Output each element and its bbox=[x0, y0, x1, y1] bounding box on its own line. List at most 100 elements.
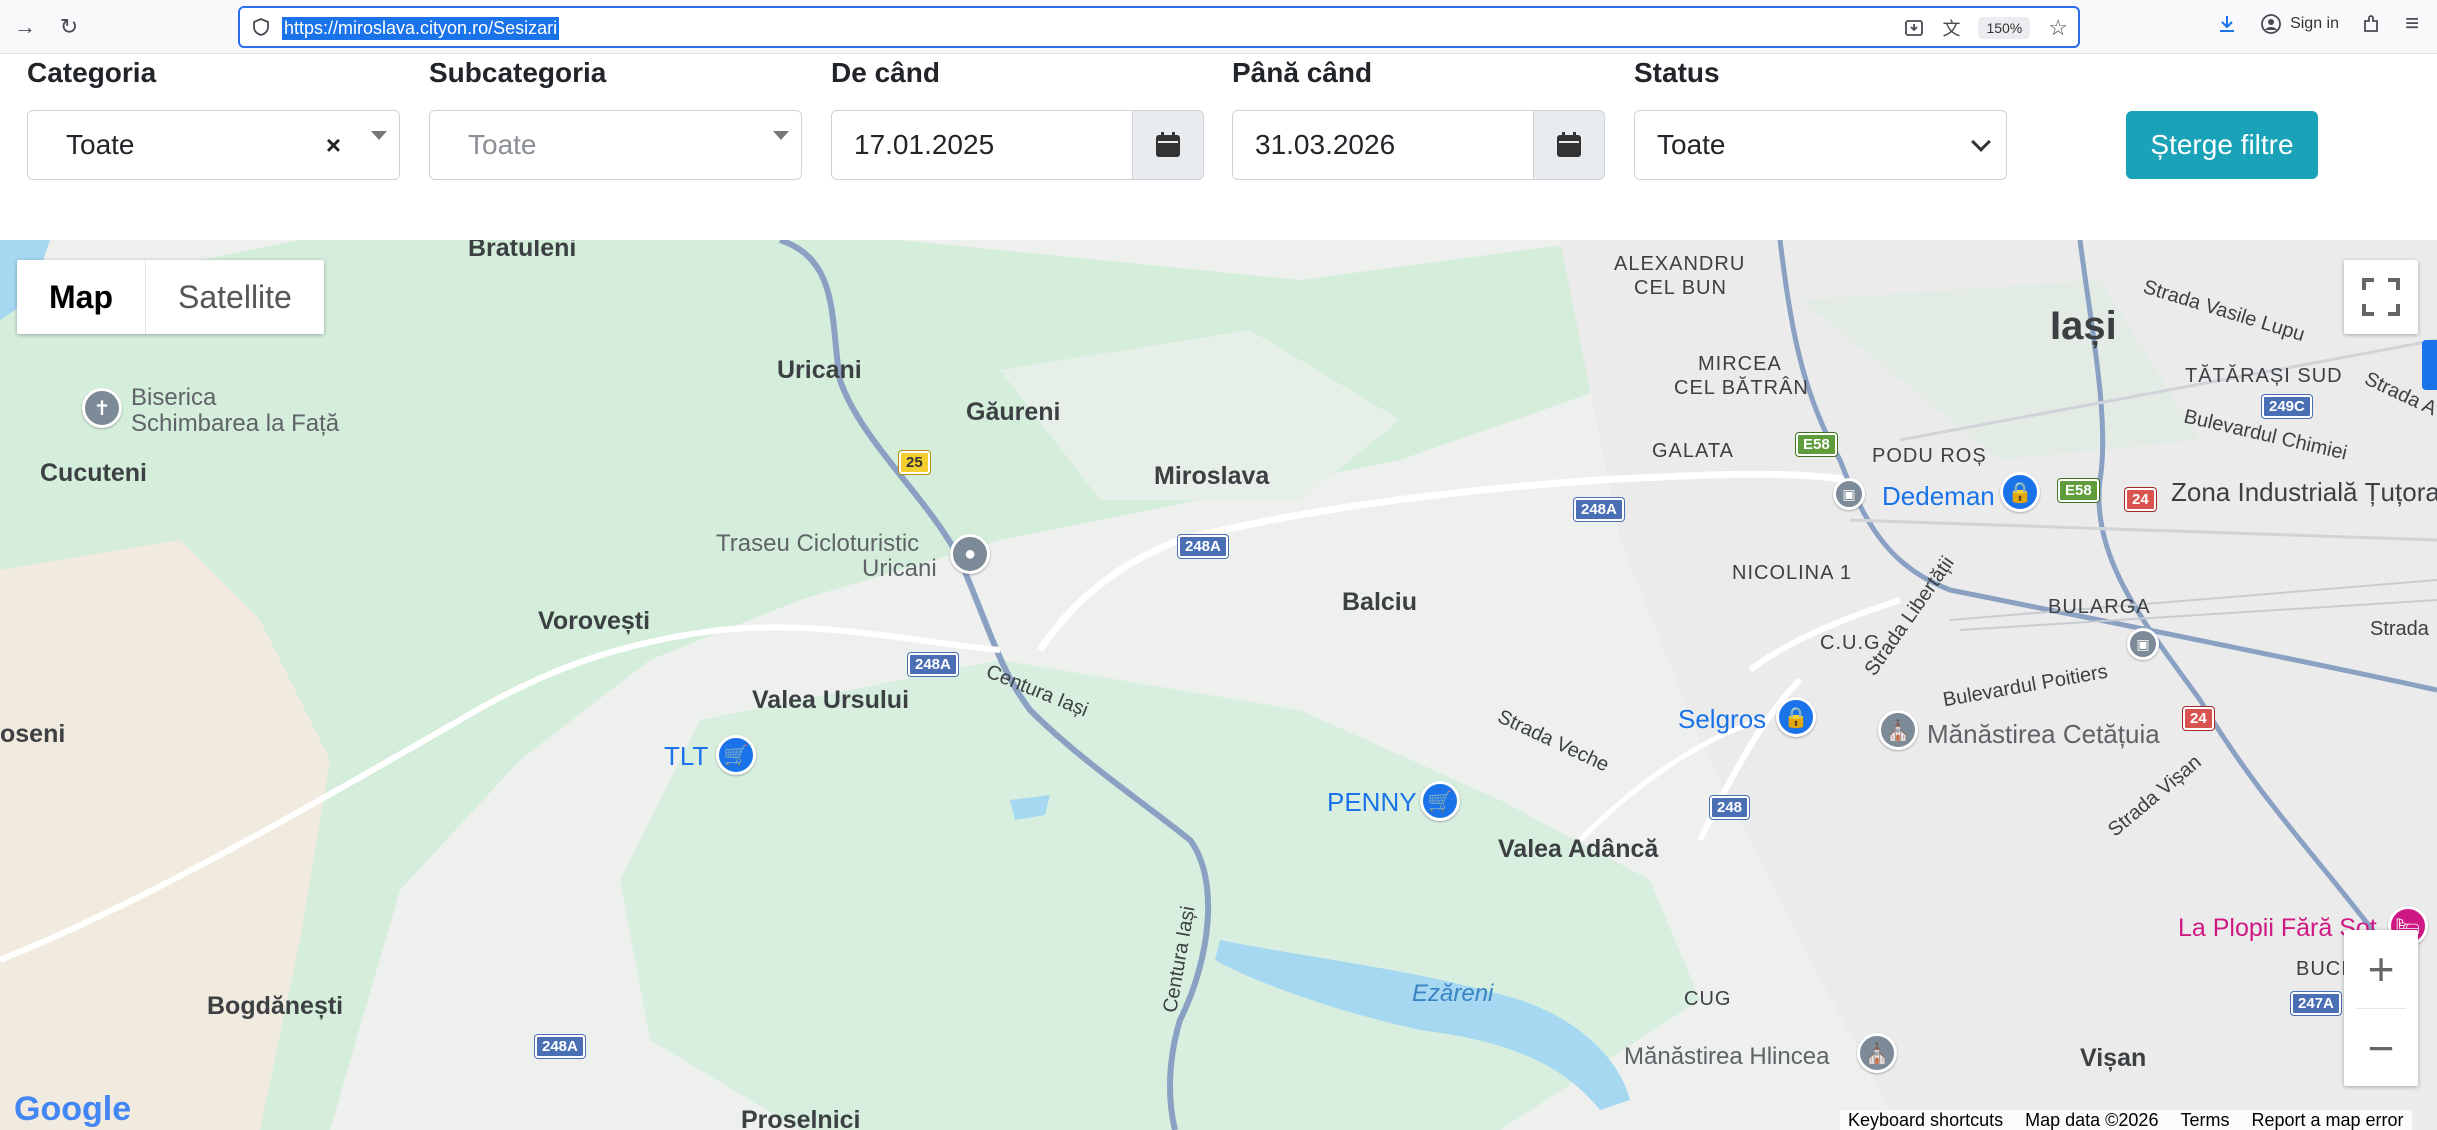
shopping-bag-icon[interactable]: 🔒 bbox=[1776, 697, 1816, 737]
reload-icon[interactable]: ↻ bbox=[54, 12, 84, 42]
place-label: Cucuteni bbox=[40, 459, 147, 487]
place-label: NICOLINA 1 bbox=[1732, 562, 1853, 584]
fullscreen-icon bbox=[2362, 278, 2400, 316]
clear-filters-button[interactable]: Șterge filtre bbox=[2126, 111, 2318, 179]
fullscreen-button[interactable] bbox=[2344, 260, 2418, 334]
de-cand-input[interactable]: 17.01.2025 bbox=[831, 110, 1136, 180]
shopping-cart-icon[interactable]: 🛒 bbox=[716, 735, 756, 775]
map-type-satellite-button[interactable]: Satellite bbox=[145, 260, 324, 334]
map-data-text: Map data ©2026 bbox=[2025, 1110, 2159, 1130]
side-panel-tab[interactable] bbox=[2422, 340, 2437, 390]
place-label: BUCI bbox=[2296, 958, 2348, 980]
place-label: PODU ROȘ bbox=[1872, 445, 1987, 467]
extensions-icon[interactable] bbox=[2361, 13, 2383, 35]
menu-icon[interactable]: ≡ bbox=[2405, 10, 2419, 38]
chevron-down-icon bbox=[773, 131, 789, 140]
place-label: CEL BĂTRÂN bbox=[1674, 377, 1809, 399]
place-label: Bogdănești bbox=[207, 992, 344, 1020]
google-logo: Google bbox=[14, 1090, 132, 1128]
route-shield: 24 bbox=[2125, 488, 2156, 511]
route-shield: 248A bbox=[908, 653, 958, 676]
place-label: Mănăstirea Hlincea bbox=[1624, 1043, 1830, 1070]
terms-link[interactable]: Terms bbox=[2180, 1110, 2229, 1130]
bookmark-star-icon[interactable]: ☆ bbox=[2048, 15, 2068, 41]
place-label: Balciu bbox=[1342, 588, 1418, 616]
clear-categoria-icon[interactable]: × bbox=[326, 130, 341, 161]
categoria-value: Toate bbox=[66, 129, 135, 160]
translate-icon[interactable]: 文 bbox=[1942, 15, 1960, 41]
route-shield: E58 bbox=[1796, 433, 1837, 456]
categoria-label: Categoria bbox=[27, 57, 157, 88]
downloads-icon[interactable] bbox=[2216, 13, 2238, 35]
route-shield: 248 bbox=[1710, 796, 1750, 819]
subcategoria-select[interactable]: Toate bbox=[429, 110, 802, 180]
categoria-select[interactable]: Toate × bbox=[27, 110, 400, 180]
place-label: Uricani bbox=[777, 356, 862, 384]
route-shield: 24 bbox=[2183, 707, 2214, 730]
calendar-icon bbox=[1156, 132, 1180, 157]
place-label: Biserica bbox=[131, 384, 217, 411]
street-label: Strada bbox=[2370, 618, 2429, 640]
calendar-icon bbox=[1557, 132, 1581, 157]
route-shield: 249C bbox=[2262, 395, 2312, 418]
place-label: Mănăstirea Cetățuia bbox=[1927, 719, 2160, 749]
place-label: Găureni bbox=[966, 398, 1061, 426]
place-label: TĂTĂRAȘI SUD bbox=[2185, 365, 2343, 387]
zoom-level[interactable]: 150% bbox=[1978, 17, 2031, 39]
sign-in-button[interactable]: Sign in bbox=[2260, 13, 2339, 35]
place-label: TLT bbox=[664, 741, 709, 771]
keyboard-shortcuts-link[interactable]: Keyboard shortcuts bbox=[1848, 1110, 2003, 1130]
place-label: MIRCEA bbox=[1698, 353, 1782, 375]
url-bar[interactable]: https://miroslava.cityon.ro/Sesizari 文 1… bbox=[238, 6, 2080, 48]
place-label: Zona Industrială Țuțora bbox=[2171, 477, 2437, 507]
monastery-icon[interactable]: ⛪ bbox=[1857, 1033, 1897, 1073]
map-attribution: Keyboard shortcuts Map data ©2026 Terms … bbox=[1840, 1110, 2412, 1130]
place-label: Valea Adâncă bbox=[1498, 835, 1659, 863]
bus-icon[interactable]: ▣ bbox=[2127, 628, 2159, 660]
zoom-control: + − bbox=[2344, 930, 2418, 1086]
report-map-error-link[interactable]: Report a map error bbox=[2251, 1110, 2403, 1130]
status-select[interactable]: Toate bbox=[1634, 110, 2007, 180]
place-label: CEL BUN bbox=[1634, 277, 1727, 299]
subcategoria-placeholder: Toate bbox=[468, 129, 537, 160]
forward-icon[interactable]: → bbox=[10, 12, 40, 42]
place-label: oseni bbox=[0, 720, 66, 748]
place-label: BULARGA bbox=[2048, 596, 2151, 618]
de-cand-label: De când bbox=[831, 57, 940, 88]
place-label: Traseu Cicloturistic bbox=[716, 530, 920, 557]
map[interactable]: Map Satellite Bratuleni Uricani Găureni … bbox=[0, 240, 2437, 1130]
place-label: Valea Ursului bbox=[752, 686, 910, 714]
place-label: Proselnici bbox=[741, 1106, 861, 1130]
account-icon bbox=[2261, 14, 2281, 34]
map-type-map-button[interactable]: Map bbox=[17, 260, 145, 334]
pana-cand-input[interactable]: 31.03.2026 bbox=[1232, 110, 1537, 180]
location-pin-icon[interactable]: ● bbox=[950, 534, 990, 574]
route-shield: 247A bbox=[2291, 992, 2341, 1015]
pana-cand-calendar-button[interactable] bbox=[1533, 110, 1605, 180]
route-shield: 25 bbox=[899, 451, 930, 474]
route-shield: 248A bbox=[1178, 535, 1228, 558]
browser-toolbar: → ↻ https://miroslava.cityon.ro/Sesizari… bbox=[0, 0, 2437, 54]
de-cand-calendar-button[interactable] bbox=[1132, 110, 1204, 180]
shopping-cart-icon[interactable]: 🛒 bbox=[1420, 781, 1460, 821]
shopping-bag-icon[interactable]: 🔒 bbox=[2000, 472, 2040, 512]
bus-icon[interactable]: ▣ bbox=[1833, 478, 1865, 510]
save-page-icon[interactable] bbox=[1904, 18, 1924, 38]
church-icon[interactable]: ✝ bbox=[82, 388, 122, 428]
filter-bar: Categoria Toate × Subcategoria Toate De … bbox=[0, 54, 2437, 240]
status-label: Status bbox=[1634, 57, 1720, 88]
zoom-out-button[interactable]: − bbox=[2344, 1009, 2418, 1087]
route-shield: 248A bbox=[1574, 498, 1624, 521]
place-label: Dedeman bbox=[1882, 481, 1995, 511]
place-label: GALATA bbox=[1652, 440, 1734, 462]
pana-cand-value: 31.03.2026 bbox=[1255, 129, 1396, 160]
map-type-control: Map Satellite bbox=[17, 260, 324, 334]
zoom-in-button[interactable]: + bbox=[2344, 930, 2418, 1008]
pana-cand-label: Până când bbox=[1232, 57, 1373, 88]
monastery-icon[interactable]: ⛪ bbox=[1878, 710, 1918, 750]
de-cand-value: 17.01.2025 bbox=[854, 129, 995, 160]
chevron-down-icon bbox=[371, 131, 387, 140]
url-text[interactable]: https://miroslava.cityon.ro/Sesizari bbox=[282, 17, 560, 40]
place-label: Vișan bbox=[2080, 1044, 2147, 1072]
chevron-down-icon bbox=[1971, 132, 1991, 152]
